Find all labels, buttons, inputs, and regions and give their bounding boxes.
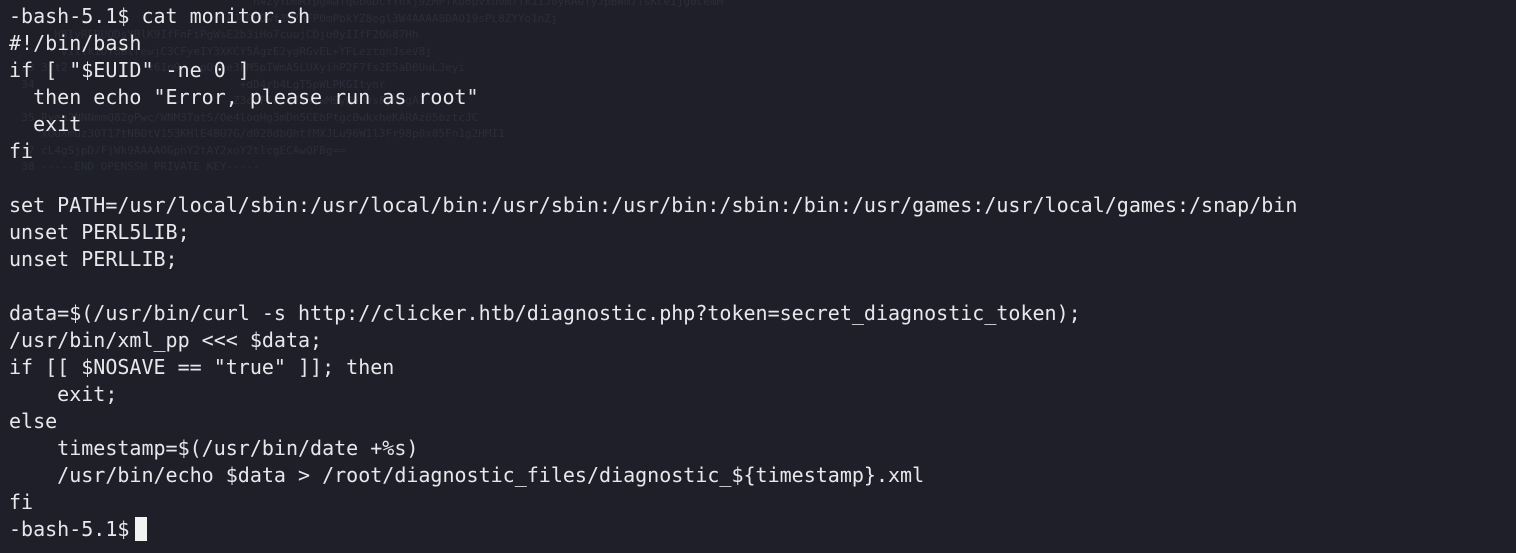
- script-line: timestamp=$(/usr/bin/date +%s): [9, 436, 419, 460]
- terminal-window[interactable]: n4ZyYDmRYpgmaTqGbGDcYYnxj9ZMPTkb6pvxn0m7…: [0, 0, 1516, 553]
- command-prompt-line: -bash-5.1$ cat monitor.sh: [9, 4, 311, 28]
- script-line: then echo "Error, please run as root": [9, 85, 479, 109]
- script-line: #!/bin/bash: [9, 31, 142, 55]
- script-listing: #!/bin/bash if [ "$EUID" -ne 0 ] then ech…: [9, 30, 1297, 516]
- script-line: data=$(/usr/bin/curl -s http://clicker.h…: [9, 301, 1081, 325]
- script-line: exit: [9, 112, 82, 136]
- script-line: exit;: [9, 382, 118, 406]
- script-line: set PATH=/usr/local/sbin:/usr/local/bin:…: [9, 193, 1298, 217]
- terminal-cursor: [135, 517, 148, 541]
- script-line: unset PERLLIB;: [9, 247, 178, 271]
- script-line: /usr/bin/xml_pp <<< $data;: [9, 328, 323, 352]
- script-line: fi: [9, 490, 34, 514]
- prompt-text: -bash-5.1$: [9, 517, 130, 541]
- script-line: /usr/bin/echo $data > /root/diagnostic_f…: [9, 463, 925, 487]
- final-prompt-line[interactable]: -bash-5.1$: [9, 516, 1297, 543]
- terminal-output: -bash-5.1$ cat monitor.sh #!/bin/bash if …: [9, 3, 1297, 543]
- script-line: [9, 165, 1297, 192]
- script-line: else: [9, 409, 58, 433]
- script-line: unset PERL5LIB;: [9, 220, 190, 244]
- script-line: if [[ $NOSAVE == "true" ]]; then: [9, 355, 395, 379]
- script-line: if [ "$EUID" -ne 0 ]: [9, 58, 250, 82]
- script-line: [9, 273, 1297, 300]
- script-line: fi: [9, 139, 34, 163]
